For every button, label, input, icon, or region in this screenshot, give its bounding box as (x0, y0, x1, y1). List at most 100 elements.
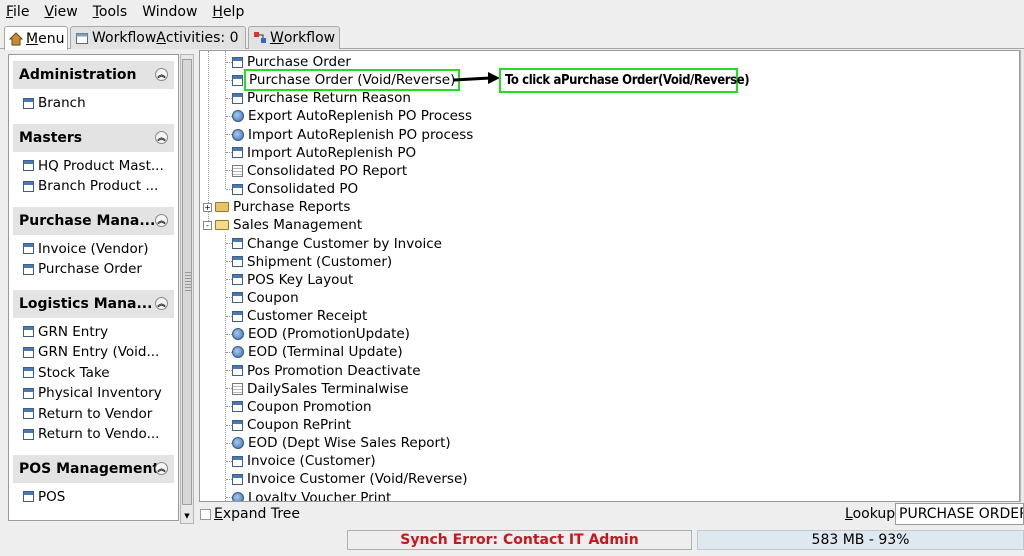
expand-icon[interactable]: + (203, 202, 212, 212)
tree-item[interactable]: - Sales Management (203, 216, 362, 234)
folder-open-icon (215, 220, 229, 231)
tree-item[interactable]: Export AutoReplenish PO Process (226, 107, 472, 125)
form-icon (232, 310, 243, 322)
gear-icon (232, 346, 244, 359)
sync-error-status: Synch Error: Contact IT Admin (347, 530, 692, 550)
tree-item[interactable]: EOD (PromotionUpdate) (226, 325, 410, 343)
tree-item[interactable]: Import AutoReplenish PO process (226, 126, 473, 144)
sidebar-scrollbar[interactable]: ▼ (180, 54, 194, 524)
collapse-icon[interactable]: ︽ (155, 130, 168, 144)
tree-item-label: Coupon RePrint (247, 417, 352, 433)
sidebar-group-header[interactable]: Purchase Mana... ︽ (13, 206, 174, 235)
collapse-icon[interactable]: ︽ (155, 68, 168, 81)
tree-guide-line (226, 351, 232, 353)
sidebar-group: Masters ︽ HQ Product Mast... Branch Product… (9, 123, 178, 197)
sidebar-scrollbar-thumb[interactable] (182, 59, 192, 505)
sidebar-item[interactable]: Invoice (Vendor) (9, 239, 178, 260)
sidebar-item[interactable]: Branch Product ... (9, 176, 178, 197)
tab-menu[interactable]: Menu (4, 26, 68, 50)
sidebar-group-header[interactable]: Logistics Mana... ︽ (13, 289, 174, 318)
tree-item[interactable]: Customer Receipt (226, 307, 367, 325)
form-icon (232, 56, 243, 68)
menu-help[interactable]: Help (212, 4, 244, 20)
form-icon (232, 365, 243, 377)
sidebar-group-header[interactable]: Administration ︽ (13, 61, 174, 89)
sidebar-group-title: Masters (19, 129, 83, 146)
tree-item-label: Purchase Reports (233, 199, 351, 216)
gear-icon (232, 328, 244, 341)
sidebar-item[interactable]: GRN Entry (9, 322, 178, 343)
expand-tree-checkbox[interactable]: Expand Tree (200, 506, 300, 522)
tree-item[interactable]: Purchase Order (226, 53, 351, 71)
tree-item[interactable]: DailySales Terminalwise (226, 380, 409, 398)
sidebar-item-label: Purchase Order (38, 261, 142, 278)
tree-item-label: Change Customer by Invoice (247, 235, 442, 252)
sidebar-item[interactable]: GRN Entry (Void... (9, 342, 178, 363)
tree-item[interactable]: Purchase Order (Void/Reverse) (226, 69, 461, 92)
sidebar-item[interactable]: Purchase Order (9, 259, 178, 280)
sidebar-group-title: Administration (19, 67, 137, 83)
sidebar-group: Administration ︽ Branch (9, 61, 178, 114)
sidebar-item[interactable]: Branch (9, 93, 178, 114)
menu-view[interactable]: View (44, 4, 77, 20)
scroll-down-icon[interactable]: ▼ (182, 510, 192, 522)
menu-file[interactable]: File (6, 4, 29, 20)
sidebar-group-title: Purchase Mana... (19, 212, 156, 229)
tree-item[interactable]: Purchase Return Reason (226, 89, 411, 107)
sidebar-item[interactable]: HQ Product Mast... (9, 156, 178, 177)
sidebar-item[interactable]: Return to Vendo... (9, 424, 178, 445)
sidebar-item[interactable]: Return to Vendor (9, 404, 178, 425)
collapse-icon[interactable]: ︽ (155, 296, 168, 310)
menu-window[interactable]: Window (142, 4, 197, 20)
sidebar-item[interactable]: Physical Inventory (9, 383, 178, 404)
menu-tools[interactable]: Tools (93, 4, 128, 20)
tree-item-label: Consolidated PO Report (247, 162, 408, 179)
tree-item-label: Customer Receipt (247, 308, 368, 325)
tree-item[interactable]: Shipment (Customer) (226, 253, 392, 271)
menu-bar: File View Tools Window Help (0, 0, 1024, 24)
form-icon (23, 326, 34, 338)
tree-item-label: Shipment (Customer) (247, 253, 393, 270)
sidebar-item[interactable]: POS (9, 487, 178, 508)
tree-item[interactable]: Change Customer by Invoice (226, 235, 442, 253)
tree-guide-line (226, 170, 232, 172)
checkbox-icon[interactable] (200, 508, 211, 520)
tree-item[interactable]: Coupon Promotion (226, 398, 372, 416)
tree-item[interactable]: Pos Promotion Deactivate (226, 362, 421, 380)
sidebar-group: Purchase Mana... ︽ Invoice (Vendor) Purchas… (9, 206, 178, 280)
tab-workflow[interactable]: Workflow (248, 26, 340, 49)
tree-item-label: Coupon Promotion (247, 398, 372, 415)
form-icon (232, 238, 243, 249)
tree-item[interactable]: Import AutoReplenish PO (226, 144, 416, 162)
tree-item[interactable]: Coupon RePrint (226, 416, 351, 434)
form-icon (232, 147, 243, 159)
form-icon (23, 180, 34, 192)
tree-item-label: DailySales Terminalwise (247, 380, 409, 397)
tree-item[interactable]: Coupon (226, 289, 299, 307)
sidebar-group-header[interactable]: POS Management ︽ (13, 454, 174, 483)
tree-item[interactable]: EOD (Dept Wise Sales Report) (226, 434, 451, 452)
sidebar-group-title: POS Management (19, 460, 160, 477)
collapse-icon[interactable]: ︽ (155, 213, 168, 227)
sidebar-group-header[interactable]: Masters ︽ (13, 123, 174, 152)
tree-item[interactable]: Consolidated PO Report (226, 162, 407, 180)
tree-item[interactable]: EOD (Terminal Update) (226, 343, 403, 361)
sidebar-item[interactable]: Stock Take (9, 363, 178, 384)
menu-tree: Purchase Order Purchase Order (Void/Rever… (199, 50, 1020, 502)
lookup-input[interactable]: PURCHASE ORDER (895, 503, 1024, 525)
sidebar-group-title: Logistics Mana... (19, 295, 153, 312)
tree-scrollbar[interactable] (1020, 50, 1024, 502)
tree-item[interactable]: Loyalty Voucher Print (226, 489, 391, 501)
tree-item[interactable]: POS Key Layout (226, 271, 353, 289)
collapse-icon[interactable]: - (203, 220, 212, 230)
gear-icon (232, 491, 244, 501)
annotation-callout: To click aPurchase Order(Void/Reverse) (499, 68, 750, 93)
tree-item[interactable]: Invoice Customer (Void/Reverse) (226, 470, 468, 488)
tree-item[interactable]: + Purchase Reports (203, 198, 350, 216)
tree-item[interactable]: Consolidated PO (226, 180, 358, 198)
tree-item[interactable]: Invoice (Customer) (226, 452, 376, 470)
collapse-icon[interactable]: ︽ (155, 461, 168, 475)
tab-workflow-activities[interactable]: Workflow Activities: 0 (70, 26, 246, 49)
tree-item-label: Purchase Return Reason (247, 90, 411, 107)
memory-status: 583 MB - 93% (697, 530, 1024, 550)
